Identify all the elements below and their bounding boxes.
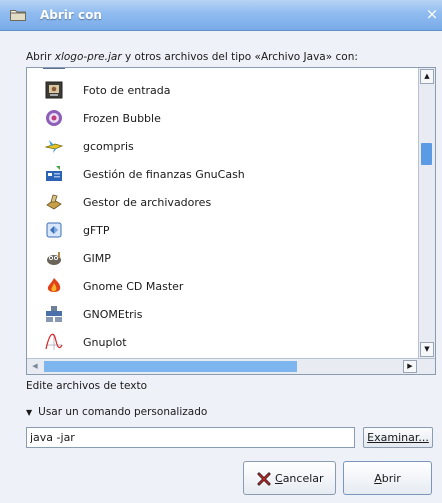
app-label: Foto de entrada — [83, 84, 171, 97]
app-label: Gnome CD Master — [83, 280, 184, 293]
scroll-up-arrow-icon[interactable]: ▲ — [420, 69, 434, 84]
custom-command-input[interactable] — [26, 427, 355, 448]
scroll-down-arrow-icon[interactable]: ▼ — [420, 342, 434, 357]
folder-icon — [10, 10, 26, 21]
app-item-gnome-cd-master[interactable]: Gnome CD Master — [27, 272, 418, 300]
app-item-foto-de-entrada[interactable]: Foto de entrada — [27, 76, 418, 104]
gnuplot-icon — [45, 333, 63, 350]
partial-app-icon — [43, 68, 65, 69]
expander-label: Usar un comando personalizado — [38, 406, 208, 418]
gimp-icon — [47, 252, 61, 265]
cd-master-icon — [47, 278, 61, 292]
vertical-scrollbar[interactable]: ▲ ▼ — [418, 68, 435, 358]
horizontal-scroll-thumb[interactable] — [44, 361, 297, 372]
cancel-x-icon — [257, 472, 271, 486]
app-item-gnuplot[interactable]: Gnuplot — [27, 328, 418, 356]
gftp-icon — [46, 222, 62, 238]
gnometris-icon — [46, 306, 62, 322]
horizontal-scrollbar[interactable]: ◀ ▶ — [27, 358, 435, 374]
scroll-right-arrow-icon[interactable]: ▶ — [403, 360, 417, 373]
open-button[interactable]: Abrir — [343, 461, 432, 495]
app-label: Gestor de archivadores — [83, 196, 212, 209]
dialog-description: Abrir xlogo-pre.jar y otros archivos del… — [26, 51, 358, 63]
app-label: Gnuplot — [83, 336, 127, 349]
title-bar[interactable]: Abrir con × — [0, 0, 442, 31]
custom-command-expander[interactable]: ▼ Usar un comando personalizado — [26, 406, 207, 418]
app-item-gimp[interactable]: GIMP — [27, 244, 418, 272]
app-item-gestor-de-archivadores[interactable]: Gestor de archivadores — [27, 188, 418, 216]
app-item-gftp[interactable]: gFTP — [27, 216, 418, 244]
cancel-label: Cancelar — [275, 472, 324, 485]
gcompris-icon — [45, 140, 63, 153]
app-label: GNOMEtris — [83, 308, 143, 321]
close-button[interactable]: × — [424, 5, 440, 23]
app-label: Gestión de finanzas GnuCash — [83, 168, 245, 181]
selected-app-description: Edite archivos de texto — [26, 380, 148, 392]
applications-list[interactable]: Foto de entrada Frozen Bubble gcompris G… — [27, 68, 418, 358]
photo-booth-icon — [45, 81, 63, 99]
app-label: gcompris — [83, 140, 134, 153]
gnucash-icon — [46, 166, 62, 181]
open-label: Abrir — [374, 472, 401, 485]
applications-list-frame: Foto de entrada Frozen Bubble gcompris G… — [26, 67, 436, 375]
expander-arrow-icon: ▼ — [26, 408, 33, 417]
app-label: gFTP — [83, 224, 110, 237]
app-item-frozen-bubble[interactable]: Frozen Bubble — [27, 104, 418, 132]
app-item-gnometris[interactable]: GNOMEtris — [27, 300, 418, 328]
scroll-left-arrow-icon[interactable]: ◀ — [28, 360, 42, 373]
app-label: Frozen Bubble — [83, 112, 161, 125]
vertical-scroll-thumb[interactable] — [421, 143, 432, 165]
app-item-gcompris[interactable]: gcompris — [27, 132, 418, 160]
app-label: GIMP — [83, 252, 111, 265]
open-with-dialog: Abrir xlogo-pre.jar y otros archivos del… — [0, 31, 442, 503]
window-title: Abrir con — [40, 8, 102, 22]
archive-manager-icon — [46, 194, 62, 210]
app-item-gnucash[interactable]: Gestión de finanzas GnuCash — [27, 160, 418, 188]
cancel-button[interactable]: Cancelar — [243, 461, 336, 495]
frozen-bubble-icon — [46, 110, 62, 126]
browse-button[interactable]: Examinar... — [363, 427, 433, 448]
